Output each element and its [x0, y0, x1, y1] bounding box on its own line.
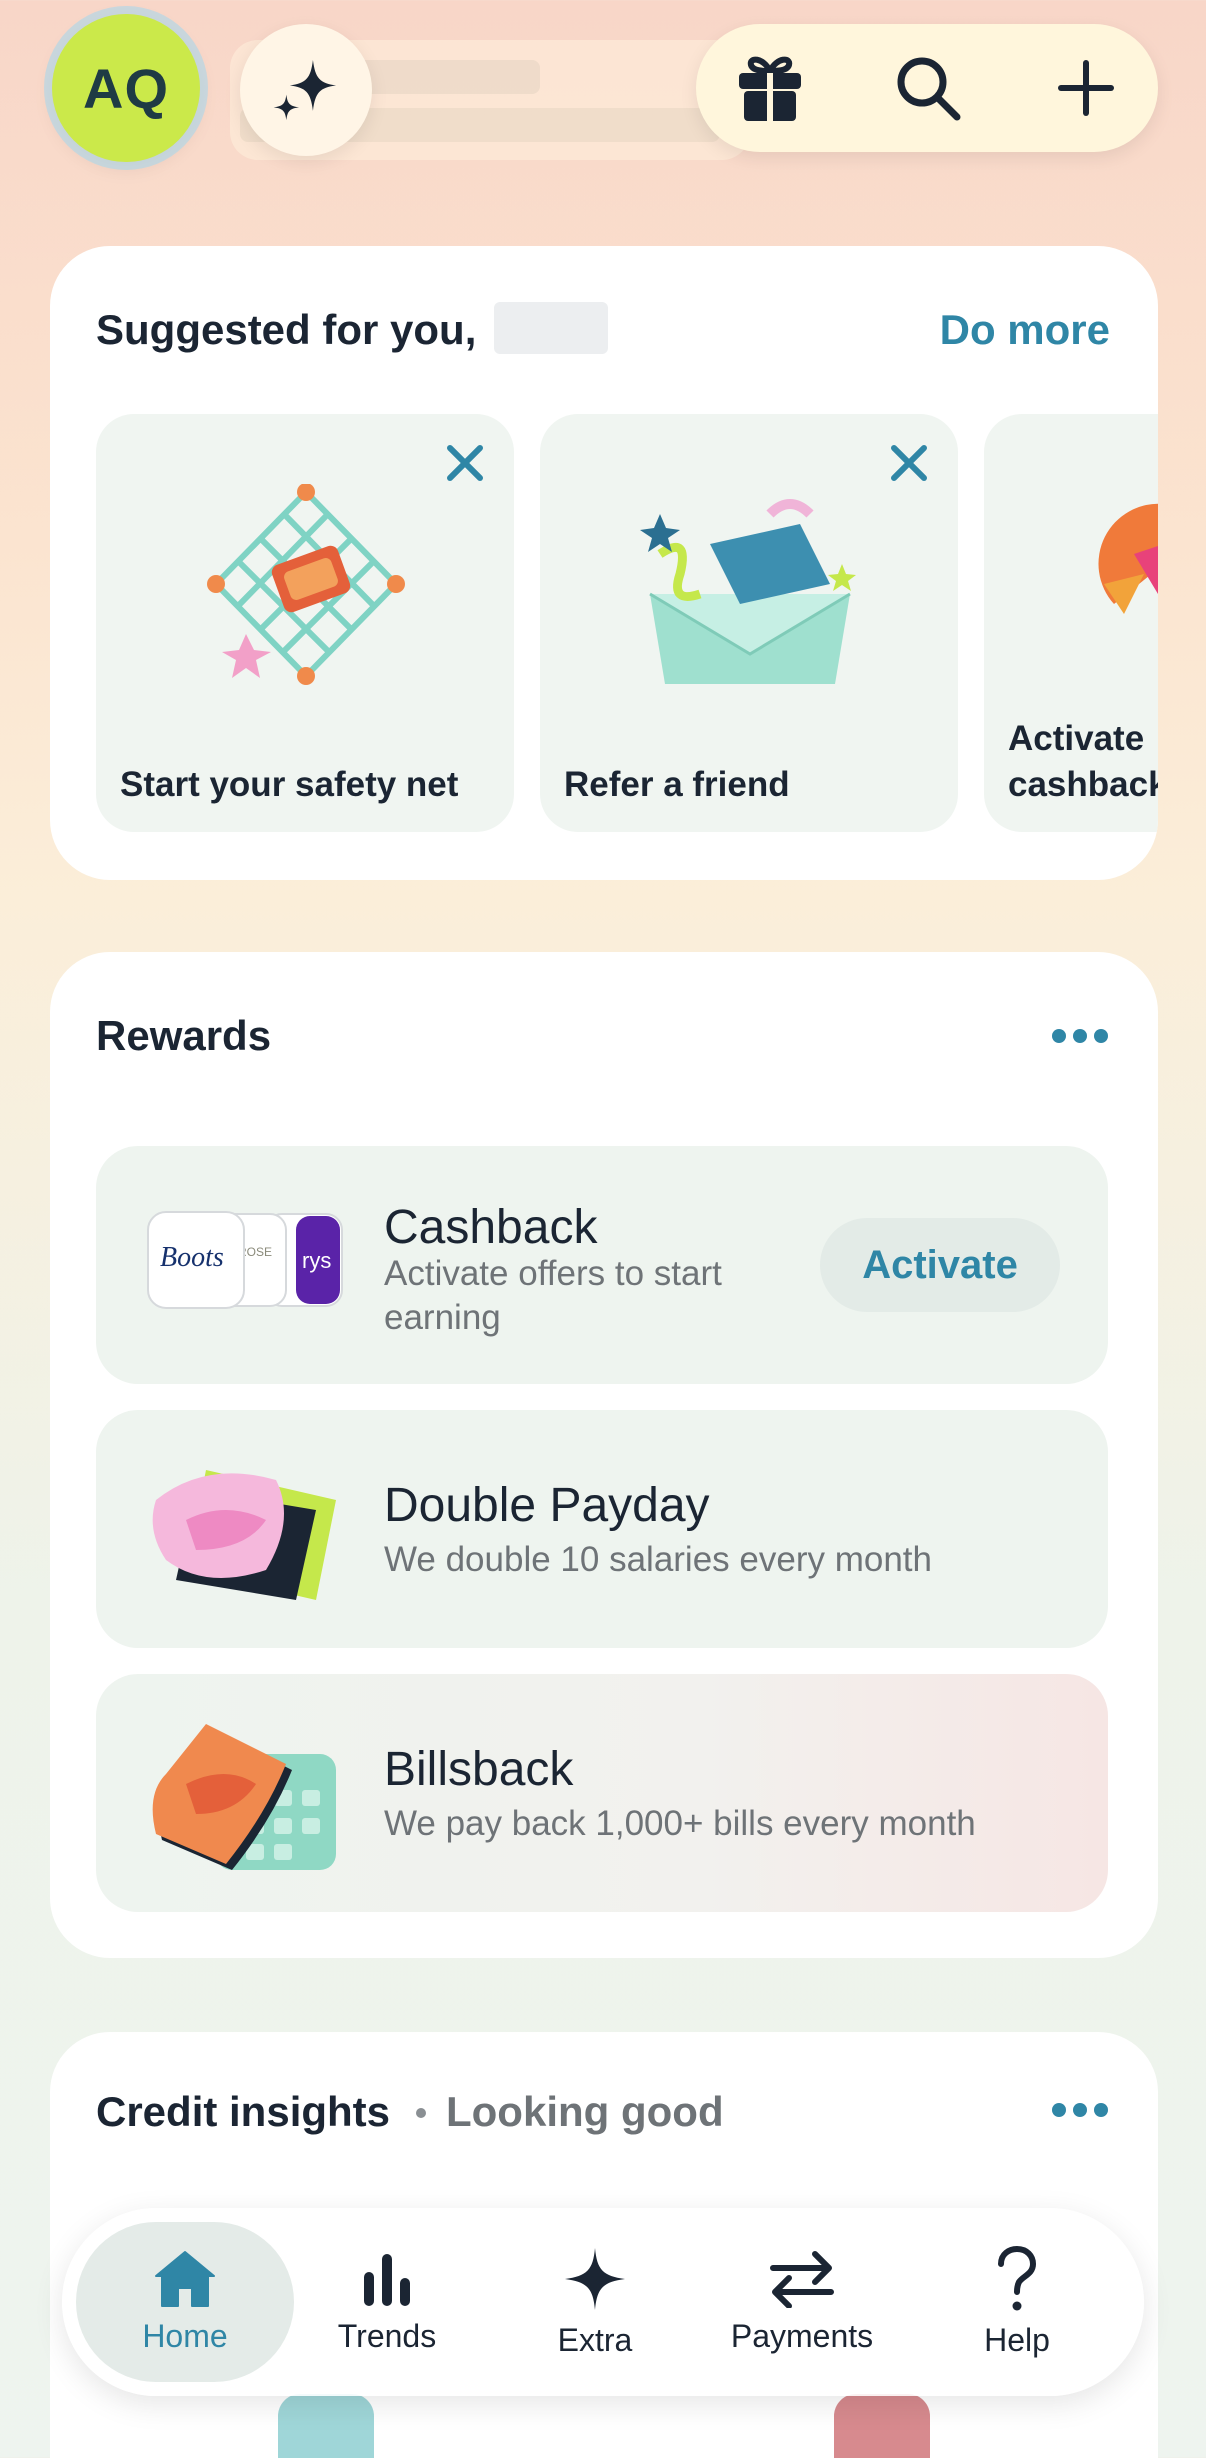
envelope-illustration [640, 499, 856, 684]
reward-title: Billsback [384, 1743, 574, 1796]
question-icon [998, 2245, 1037, 2310]
suggested-title: Suggested for you, [96, 306, 477, 353]
do-more-link[interactable]: Do more [940, 306, 1110, 354]
credit-agency-logo [278, 2394, 374, 2458]
nav-label: Payments [730, 2317, 874, 2354]
nav-label: Help [984, 2321, 1050, 2358]
merchant-logos: rys ROSE Boots [147, 1211, 343, 1309]
rewards-card: Rewards rys ROSE Boots Cashback Activate… [50, 952, 1158, 1958]
suggestion-tile-refer[interactable]: Refer a friend [540, 414, 958, 832]
suggestion-label: Activate cashback [1008, 719, 1158, 804]
avatar[interactable]: AQ [52, 14, 200, 162]
dot-icon [1094, 1029, 1108, 1043]
close-icon[interactable] [884, 438, 934, 488]
gift-icon [739, 56, 801, 121]
sparkle-icon [565, 2247, 625, 2310]
reward-subtitle: Activate offers to start earning [384, 1254, 722, 1337]
nav-label: Trends [337, 2317, 437, 2354]
add-button[interactable] [1048, 50, 1124, 126]
nav-home[interactable]: Home [76, 2222, 294, 2382]
cashback-illustration [1098, 503, 1158, 614]
search-button[interactable] [890, 50, 966, 126]
sparkle-icon [273, 59, 337, 121]
home-icon [155, 2250, 215, 2307]
reward-subtitle: We double 10 salaries every month [384, 1540, 932, 1579]
suggestion-label: Start your safety net [120, 765, 459, 804]
dot-icon [1094, 2103, 1108, 2117]
nav-payments[interactable]: Payments [722, 2222, 882, 2382]
header-actions [696, 24, 1158, 152]
svg-text:rys: rys [302, 1248, 331, 1273]
redacted-name [494, 302, 608, 354]
credit-agency-logo [834, 2394, 930, 2458]
search-icon [897, 57, 961, 121]
safety-net-illustration [207, 484, 405, 685]
avatar-initials: AQ [83, 56, 169, 120]
reward-row-double-payday[interactable]: Double Payday We double 10 salaries ever… [96, 1410, 1108, 1648]
reward-row-billsback[interactable]: Billsback We pay back 1,000+ bills every… [96, 1674, 1108, 1912]
reward-title: Double Payday [384, 1479, 710, 1532]
double-payday-illustration [152, 1470, 336, 1600]
separator-dot [416, 2108, 426, 2118]
suggestion-tile-cashback[interactable]: Activate cashback [984, 414, 1158, 832]
suggestion-tile-safety-net[interactable]: Start your safety net [96, 414, 514, 832]
assistant-button[interactable] [240, 24, 372, 156]
reward-title: Cashback [384, 1201, 598, 1254]
bottom-navigation: Home Trends Extra Payments Help [62, 2208, 1144, 2396]
nav-extra[interactable]: Extra [532, 2222, 658, 2382]
dot-icon [1073, 1029, 1087, 1043]
nav-label: Home [142, 2317, 228, 2354]
suggested-card: Suggested for you, Do more Start your sa… [50, 246, 1158, 880]
dot-icon [1073, 2103, 1087, 2117]
bar-chart-icon [364, 2253, 410, 2306]
credit-status: Looking good [446, 2088, 724, 2135]
nav-trends[interactable]: Trends [312, 2222, 462, 2382]
reward-subtitle: We pay back 1,000+ bills every month [384, 1804, 976, 1843]
nav-help[interactable]: Help [952, 2222, 1082, 2382]
more-options-button[interactable] [1052, 1024, 1108, 1048]
transfer-arrows-icon [770, 2250, 834, 2308]
plus-icon [1058, 60, 1114, 116]
suggestion-label: Refer a friend [564, 765, 790, 804]
dot-icon [1052, 2103, 1066, 2117]
reward-row-cashback[interactable]: rys ROSE Boots Cashback Activate offers … [96, 1146, 1108, 1384]
billsback-illustration [152, 1724, 336, 1870]
close-icon[interactable] [440, 438, 490, 488]
dot-icon [1052, 1029, 1066, 1043]
more-options-button[interactable] [1052, 2098, 1108, 2122]
gift-button[interactable] [732, 50, 808, 126]
nav-label: Extra [557, 2321, 633, 2358]
activate-button[interactable]: Activate [820, 1218, 1060, 1312]
svg-text:Boots: Boots [160, 1242, 224, 1273]
rewards-title: Rewards [96, 1012, 272, 1059]
credit-title: Credit insights [96, 2088, 391, 2135]
